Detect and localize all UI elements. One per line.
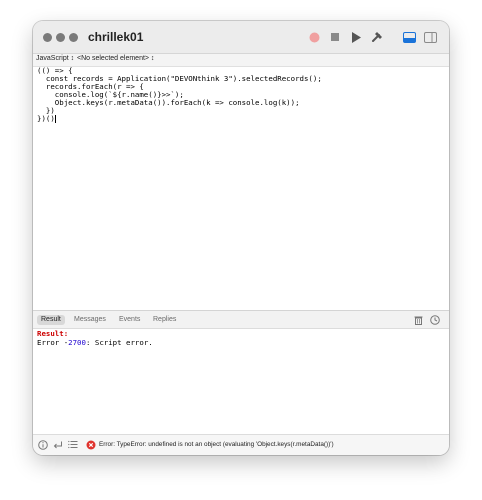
clock-icon xyxy=(429,314,440,325)
info-icon xyxy=(37,439,48,450)
status-message: Error: TypeError: undefined is not an ob… xyxy=(99,441,334,448)
zoom-window-button[interactable] xyxy=(69,33,78,42)
language-selector[interactable]: JavaScript ↕ xyxy=(36,55,74,62)
stop-button-icon xyxy=(331,33,339,41)
error-indicator xyxy=(85,439,96,450)
tab-replies[interactable]: Replies xyxy=(149,315,180,325)
result-output: Result: Error -2700: Script error. xyxy=(33,329,449,429)
window-title: chrillek01 xyxy=(88,30,144,44)
show-side-pane-button[interactable] xyxy=(421,28,439,46)
record-button[interactable] xyxy=(305,28,323,46)
history-button[interactable] xyxy=(429,314,440,325)
error-icon xyxy=(86,440,95,449)
show-bottom-pane-icon xyxy=(402,31,416,43)
show-side-pane-icon xyxy=(423,31,437,43)
stop-button[interactable] xyxy=(326,28,344,46)
status-bar: Error: TypeError: undefined is not an ob… xyxy=(33,434,449,455)
tab-result[interactable]: Result xyxy=(37,315,65,325)
code-line-7: })() xyxy=(37,114,56,123)
text-caret xyxy=(54,115,56,123)
navigation-bar: JavaScript ↕ <No selected element> ↕ xyxy=(33,54,449,67)
run-button-icon xyxy=(352,31,361,43)
code-line-6: }) xyxy=(37,106,55,115)
result-tab-bar: Result Messages Events Replies xyxy=(33,311,449,329)
run-button[interactable] xyxy=(347,28,365,46)
tab-events[interactable]: Events xyxy=(115,315,144,325)
script-editor-window: chrillek01 JavaScript ↕ <No selected ele… xyxy=(33,21,449,455)
description-button[interactable] xyxy=(37,439,48,450)
clear-log-button[interactable] xyxy=(413,314,424,325)
minimize-window-button[interactable] xyxy=(56,33,65,42)
close-window-button[interactable] xyxy=(43,33,52,42)
script-editor[interactable]: (() => { const records = Application("DE… xyxy=(33,67,449,314)
trash-icon xyxy=(414,316,423,325)
compile-button[interactable] xyxy=(368,28,386,46)
tab-messages[interactable]: Messages xyxy=(70,315,110,325)
hammer-icon xyxy=(372,32,382,42)
result-label: Result: xyxy=(37,329,69,338)
list-icon xyxy=(67,440,77,449)
code-line-5: Object.keys(r.metaData()).forEach(k => c… xyxy=(37,98,300,107)
show-bottom-pane-button[interactable] xyxy=(400,28,418,46)
title-bar: chrillek01 xyxy=(33,21,449,54)
record-button-icon xyxy=(309,32,319,42)
return-button[interactable] xyxy=(52,439,63,450)
log-list-button[interactable] xyxy=(67,439,78,450)
result-value: Error -2700: Script error. xyxy=(37,338,153,347)
element-selector[interactable]: <No selected element> ↕ xyxy=(77,55,154,62)
return-arrow-icon xyxy=(53,441,62,448)
